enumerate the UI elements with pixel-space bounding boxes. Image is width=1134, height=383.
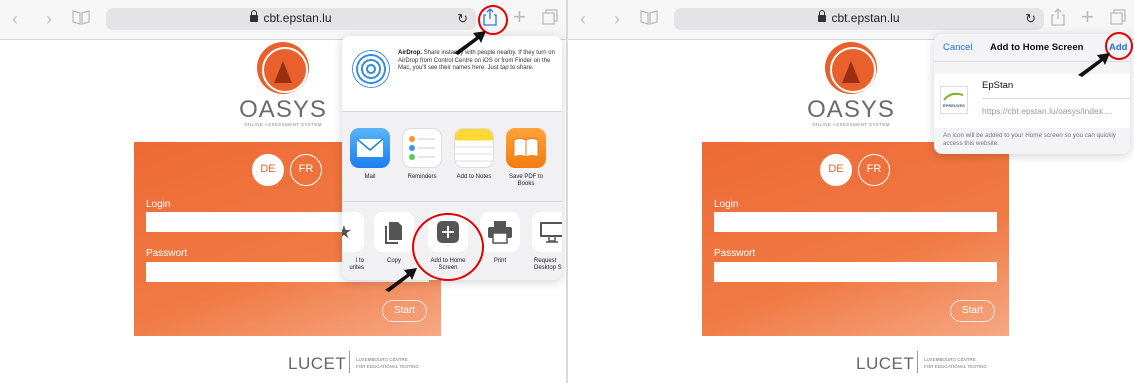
mail-icon: [350, 128, 390, 168]
lang-fr-button[interactable]: FR: [290, 154, 322, 186]
lang-fr-button[interactable]: FR: [858, 154, 890, 186]
address-bar[interactable]: cbt.epstan.lu ↻: [106, 8, 476, 30]
footer-divider: [349, 351, 350, 373]
footer-brand: LUCET: [288, 354, 347, 373]
share-app-label: Add to Notes: [456, 174, 492, 180]
bookmarks-icon[interactable]: [72, 9, 90, 29]
action-label: Print: [493, 258, 507, 264]
site-thumbnail: ÉPREUVES: [940, 86, 968, 114]
left-screenshot: ‹ › cbt.epstan.lu ↻ + OASYS ONLINE ASSES…: [0, 0, 566, 383]
password-label: Passwort: [146, 248, 188, 259]
forward-icon[interactable]: ›: [46, 9, 52, 29]
share-apps-row: Mail Reminders Add to Notes Save PDF to …: [342, 114, 562, 202]
new-tab-icon[interactable]: +: [513, 6, 526, 28]
share-app-label: Mail: [364, 174, 376, 180]
name-underline: [982, 98, 1130, 99]
lock-icon: [250, 10, 259, 22]
reload-icon[interactable]: ↻: [457, 11, 468, 27]
new-tab-icon[interactable]: +: [1081, 6, 1094, 28]
start-button[interactable]: Start: [950, 300, 995, 322]
brand-title: OASYS: [807, 96, 895, 123]
annotation-arrow-icon: [1078, 53, 1110, 77]
share-app-label: Save PDF to Books: [508, 174, 543, 187]
lock-icon: [818, 10, 827, 22]
action-label: Copy: [386, 258, 401, 264]
notes-icon: [454, 128, 494, 168]
footer-logo: LUCET LUXEMBOURG CENTRE FOR EDUCATIONAL …: [288, 351, 468, 381]
share-app-label: Reminders: [407, 174, 437, 180]
star-icon: ★: [342, 212, 364, 252]
airdrop-title: AirDrop.: [398, 50, 422, 56]
brand-title: OASYS: [239, 96, 327, 123]
share-app-reminders[interactable]: Reminders: [398, 128, 446, 181]
footer-logo: LUCET LUXEMBOURG CENTRE FOR EDUCATIONAL …: [856, 351, 1036, 381]
url-text: cbt.epstan.lu: [831, 11, 900, 25]
copy-icon: [374, 212, 414, 252]
share-app-books[interactable]: Save PDF to Books: [502, 128, 550, 188]
url-text: cbt.epstan.lu: [263, 11, 332, 25]
footer-divider: [917, 351, 918, 373]
print-icon: [480, 212, 520, 252]
action-label: Request Desktop S: [534, 258, 562, 271]
oasys-logo: [825, 42, 877, 94]
footer-line1: LUXEMBOURG CENTRE: [356, 357, 408, 362]
brand-tagline: ONLINE ASSESSMENT SYSTEM: [812, 122, 890, 127]
footer-brand: LUCET: [856, 354, 915, 373]
lang-de-button[interactable]: DE: [252, 154, 284, 186]
share-app-mail[interactable]: Mail: [346, 128, 394, 181]
shortcut-url: https://cbt.epstan.lu/oasys/index....: [982, 106, 1113, 116]
bookmarks-icon[interactable]: [640, 9, 658, 29]
share-icon[interactable]: [1051, 8, 1065, 30]
dialog-title: Add to Home Screen: [990, 42, 1084, 53]
annotation-arrow-icon: [454, 31, 486, 55]
action-print[interactable]: Print: [476, 212, 524, 265]
highlight-circle-add-home: [412, 213, 484, 281]
dialog-body: ÉPREUVES EpStan https://cbt.epstan.lu/oa…: [934, 74, 1130, 128]
back-icon[interactable]: ‹: [12, 9, 18, 29]
cancel-button[interactable]: Cancel: [943, 42, 973, 53]
books-icon: [506, 128, 546, 168]
reminders-icon: [402, 128, 442, 168]
login-label: Login: [714, 199, 739, 210]
lang-de-button[interactable]: DE: [820, 154, 852, 186]
password-input[interactable]: [714, 262, 997, 282]
shortcut-name-input[interactable]: EpStan: [982, 80, 1013, 91]
footer-line2: FOR EDUCATIONAL TESTING: [924, 364, 987, 369]
login-card: DE FR Login Passwort Start: [702, 142, 1009, 336]
airdrop-icon: [352, 50, 390, 88]
action-request-desktop[interactable]: Request Desktop S: [528, 212, 562, 272]
right-screenshot: ‹ › cbt.epstan.lu ↻ + OASYS ONLINE ASSES…: [568, 0, 1134, 383]
desktop-icon: [532, 212, 562, 252]
brand-tagline: ONLINE ASSESSMENT SYSTEM: [244, 122, 322, 127]
address-bar[interactable]: cbt.epstan.lu ↻: [674, 8, 1044, 30]
footer-line2: FOR EDUCATIONAL TESTING: [356, 364, 419, 369]
action-copy[interactable]: Copy: [370, 212, 418, 265]
start-button[interactable]: Start: [382, 300, 427, 322]
action-label: l to urites: [349, 258, 364, 271]
back-icon[interactable]: ‹: [580, 9, 586, 29]
footer-subtitle: LUXEMBOURG CENTRE FOR EDUCATIONAL TESTIN…: [356, 356, 446, 370]
footer-subtitle: LUXEMBOURG CENTRE FOR EDUCATIONAL TESTIN…: [924, 356, 1014, 370]
share-app-notes[interactable]: Add to Notes: [450, 128, 498, 181]
thumbnail-text: ÉPREUVES: [943, 103, 965, 108]
tabs-icon[interactable]: [542, 9, 558, 29]
oasys-logo: [257, 42, 309, 94]
action-add-favourites[interactable]: ★ l to urites: [342, 212, 368, 272]
forward-icon[interactable]: ›: [614, 9, 620, 29]
footer-line1: LUXEMBOURG CENTRE: [924, 357, 976, 362]
dialog-note: An icon will be added to your Home scree…: [943, 132, 1116, 147]
tabs-icon[interactable]: [1110, 9, 1126, 29]
reload-icon[interactable]: ↻: [1025, 11, 1036, 27]
annotation-arrow-icon: [385, 268, 417, 292]
login-input[interactable]: [714, 212, 997, 232]
password-label: Passwort: [714, 248, 756, 259]
login-label: Login: [146, 199, 171, 210]
